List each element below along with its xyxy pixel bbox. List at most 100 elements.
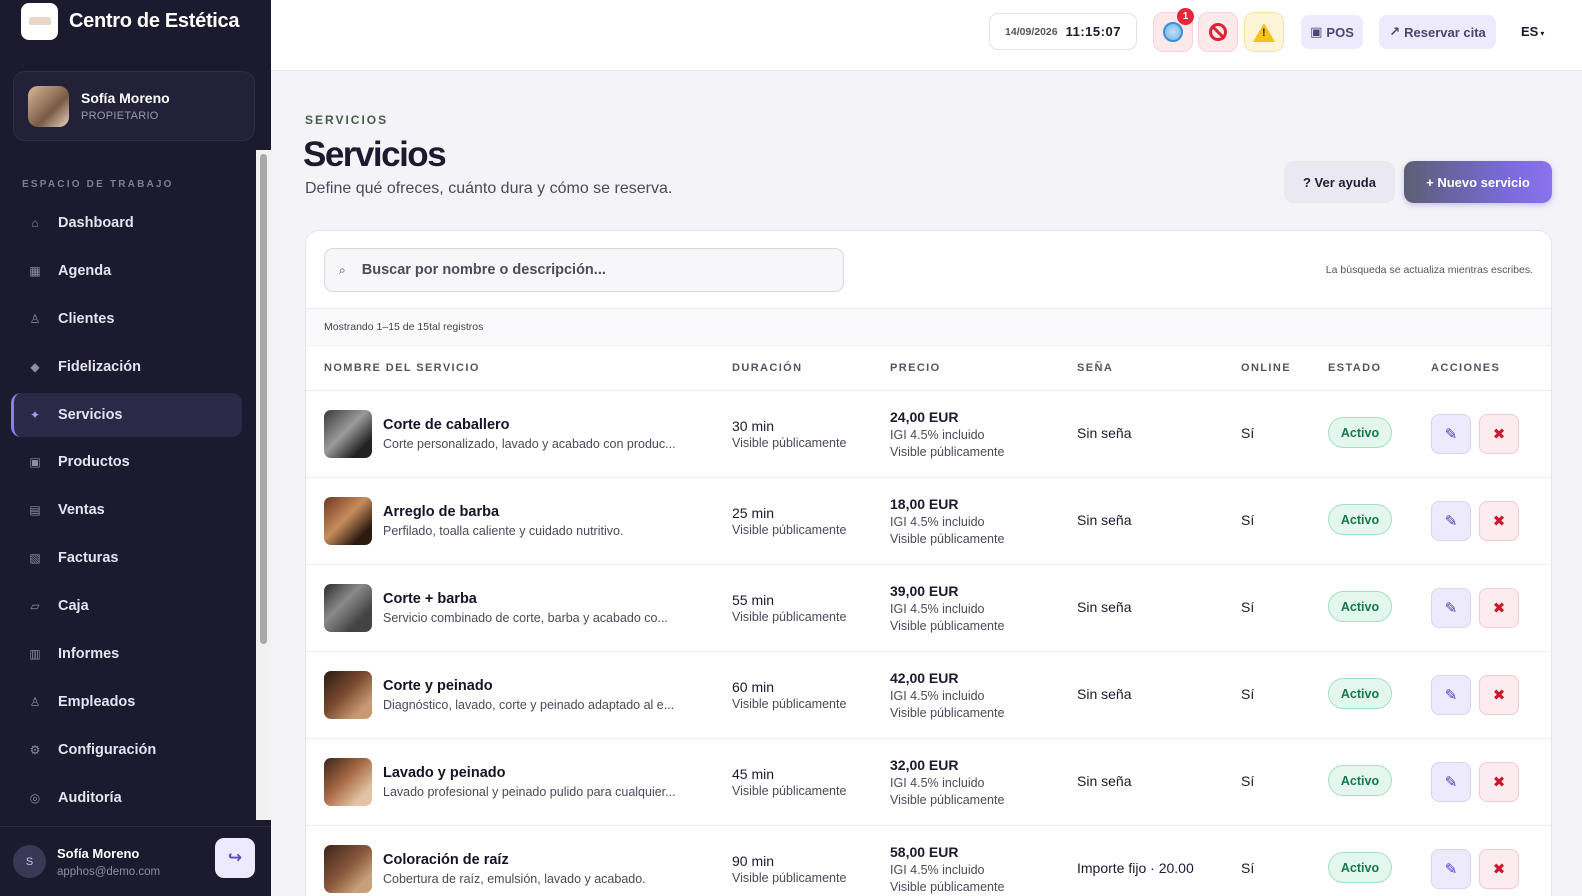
brand[interactable]: Centro de Estética (0, 0, 271, 42)
table-row[interactable]: Corte de caballero Corte personalizado, … (306, 391, 1551, 478)
price-tax: IGI 4.5% incluido (890, 776, 985, 790)
book-appointment-button[interactable]: ↗ Reservar cita (1379, 15, 1496, 49)
delete-button[interactable]: ✖ (1479, 675, 1519, 715)
sidebar-item-facturas[interactable]: ▧ Facturas (11, 536, 242, 580)
table-row[interactable]: Arreglo de barba Perfilado, toalla calie… (306, 478, 1551, 565)
invoice-icon: ▧ (29, 551, 41, 566)
duration-visibility: Visible públicamente (732, 697, 847, 711)
col-header-online[interactable]: ONLINE (1241, 362, 1291, 374)
new-service-button[interactable]: + Nuevo servicio (1404, 161, 1552, 203)
service-deposit: Sin seña (1077, 425, 1132, 441)
sidebar-item-informes[interactable]: ▥ Informes (11, 632, 242, 676)
service-deposit: Sin seña (1077, 599, 1132, 615)
logout-button[interactable]: ↪ (215, 838, 255, 878)
alerts-button[interactable]: ! (1244, 12, 1284, 52)
sidebar-item-auditoria[interactable]: ◎ Auditoría (11, 776, 242, 820)
sidebar-item-label: Agenda (58, 262, 112, 279)
edit-button[interactable]: ✎ (1431, 501, 1471, 541)
sidebar-item-caja[interactable]: ▱ Caja (11, 584, 242, 628)
sidebar-item-label: Productos (58, 454, 130, 471)
search-box[interactable]: ⌕ (324, 248, 844, 292)
sidebar-item-ventas[interactable]: ▤ Ventas (11, 488, 242, 532)
user-icon: ♙ (29, 311, 41, 326)
edit-button[interactable]: ✎ (1431, 675, 1471, 715)
table-row[interactable]: Corte y peinado Diagnóstico, lavado, cor… (306, 652, 1551, 739)
edit-button[interactable]: ✎ (1431, 414, 1471, 454)
edit-button[interactable]: ✎ (1431, 588, 1471, 628)
service-deposit: Importe fijo · 20.00 (1077, 860, 1194, 876)
audit-icon: ◎ (29, 790, 41, 805)
block-button[interactable] (1198, 12, 1238, 52)
col-header-deposit[interactable]: SEÑA (1077, 362, 1113, 374)
avatar (28, 85, 69, 127)
delete-button[interactable]: ✖ (1479, 849, 1519, 889)
service-online: Sí (1241, 773, 1255, 789)
nav-caption: ESPACIO DE TRABAJO (22, 179, 174, 190)
delete-button[interactable]: ✖ (1479, 762, 1519, 802)
language-selector[interactable]: ES ▾ (1521, 24, 1544, 39)
sidebar-footer: S Sofía Moreno apphos@demo.com ↪ (0, 826, 271, 896)
col-header-status[interactable]: ESTADO (1328, 362, 1381, 374)
book-appointment-label: Reservar cita (1404, 24, 1486, 40)
service-duration: 60 min (732, 679, 775, 695)
service-deposit: Sin seña (1077, 686, 1132, 702)
footer-user-email: apphos@demo.com (57, 865, 161, 878)
sidebar-item-label: Facturas (58, 550, 119, 567)
brand-name: Centro de Estética (69, 9, 240, 32)
duration-visibility: Visible públicamente (732, 871, 847, 885)
service-price: 18,00 EUR (890, 496, 959, 512)
col-header-price[interactable]: PRECIO (890, 362, 941, 374)
service-thumbnail (324, 845, 372, 893)
language-label: ES (1521, 24, 1539, 39)
footer-user-name: Sofía Moreno (57, 845, 140, 861)
globe-icon (1163, 22, 1183, 42)
warning-icon: ! (1253, 22, 1275, 42)
sidebar-item-configuracion[interactable]: ⚙ Configuración (11, 728, 242, 772)
table-row[interactable]: Corte + barba Servicio combinado de cort… (306, 565, 1551, 652)
search-input[interactable] (361, 262, 802, 278)
scrollbar-thumb[interactable] (260, 154, 267, 644)
sidebar-nav: ⌂ Dashboard ▦ Agenda ♙ Clientes ◆ Fidelizaci… (11, 201, 242, 824)
table-header: NOMBRE DEL SERVICIO DURACIÓN PRECIO SEÑA… (306, 346, 1551, 391)
service-thumbnail (324, 671, 372, 719)
calendar-icon: ▦ (29, 263, 41, 278)
sidebar-item-fidelizacion[interactable]: ◆ Fidelización (11, 345, 242, 389)
help-button[interactable]: ? Ver ayuda (1284, 161, 1395, 203)
footer-avatar: S (13, 845, 46, 878)
col-header-duration[interactable]: DURACIÓN (732, 362, 802, 374)
delete-button[interactable]: ✖ (1479, 414, 1519, 454)
sidebar-item-label: Configuración (58, 741, 157, 758)
gear-icon: ⚙ (29, 742, 41, 757)
price-tax: IGI 4.5% incluido (890, 428, 985, 442)
service-price: 42,00 EUR (890, 670, 959, 686)
service-deposit: Sin seña (1077, 512, 1132, 528)
service-duration: 25 min (732, 505, 775, 521)
table-row[interactable]: Lavado y peinado Lavado profesional y pe… (306, 739, 1551, 826)
sidebar-item-agenda[interactable]: ▦ Agenda (11, 249, 242, 293)
edit-button[interactable]: ✎ (1431, 762, 1471, 802)
service-online: Sí (1241, 686, 1255, 702)
sidebar-item-clientes[interactable]: ♙ Clientes (11, 297, 242, 341)
sidebar-item-label: Empleados (58, 693, 136, 710)
delete-button[interactable]: ✖ (1479, 588, 1519, 628)
sidebar-item-empleados[interactable]: ♙ Empleados (11, 680, 242, 724)
sidebar-item-dashboard[interactable]: ⌂ Dashboard (11, 201, 242, 245)
service-price: 39,00 EUR (890, 583, 959, 599)
profile-role: PROPIETARIO (81, 110, 159, 122)
sidebar-scrollbar[interactable] (256, 150, 271, 820)
sidebar-item-productos[interactable]: ▣ Productos (11, 440, 242, 484)
col-header-name[interactable]: NOMBRE DEL SERVICIO (324, 362, 480, 374)
edit-button[interactable]: ✎ (1431, 849, 1471, 889)
profile-card[interactable]: Sofía Moreno PROPIETARIO (13, 71, 255, 141)
table-row[interactable]: Coloración de raíz Cobertura de raíz, em… (306, 826, 1551, 896)
pos-button[interactable]: ▣ POS (1301, 15, 1363, 49)
online-booking-button[interactable]: 1 (1153, 8, 1194, 52)
service-price: 32,00 EUR (890, 757, 959, 773)
chevron-down-icon: ▾ (1540, 29, 1545, 38)
sidebar-item-servicios[interactable]: ✦ Servicios (11, 392, 242, 437)
status-badge: Activo (1328, 765, 1392, 796)
current-date: 14/09/2026 (1005, 25, 1058, 38)
delete-button[interactable]: ✖ (1479, 501, 1519, 541)
sparkle-icon: ✦ (29, 407, 41, 422)
service-price: 58,00 EUR (890, 844, 959, 860)
